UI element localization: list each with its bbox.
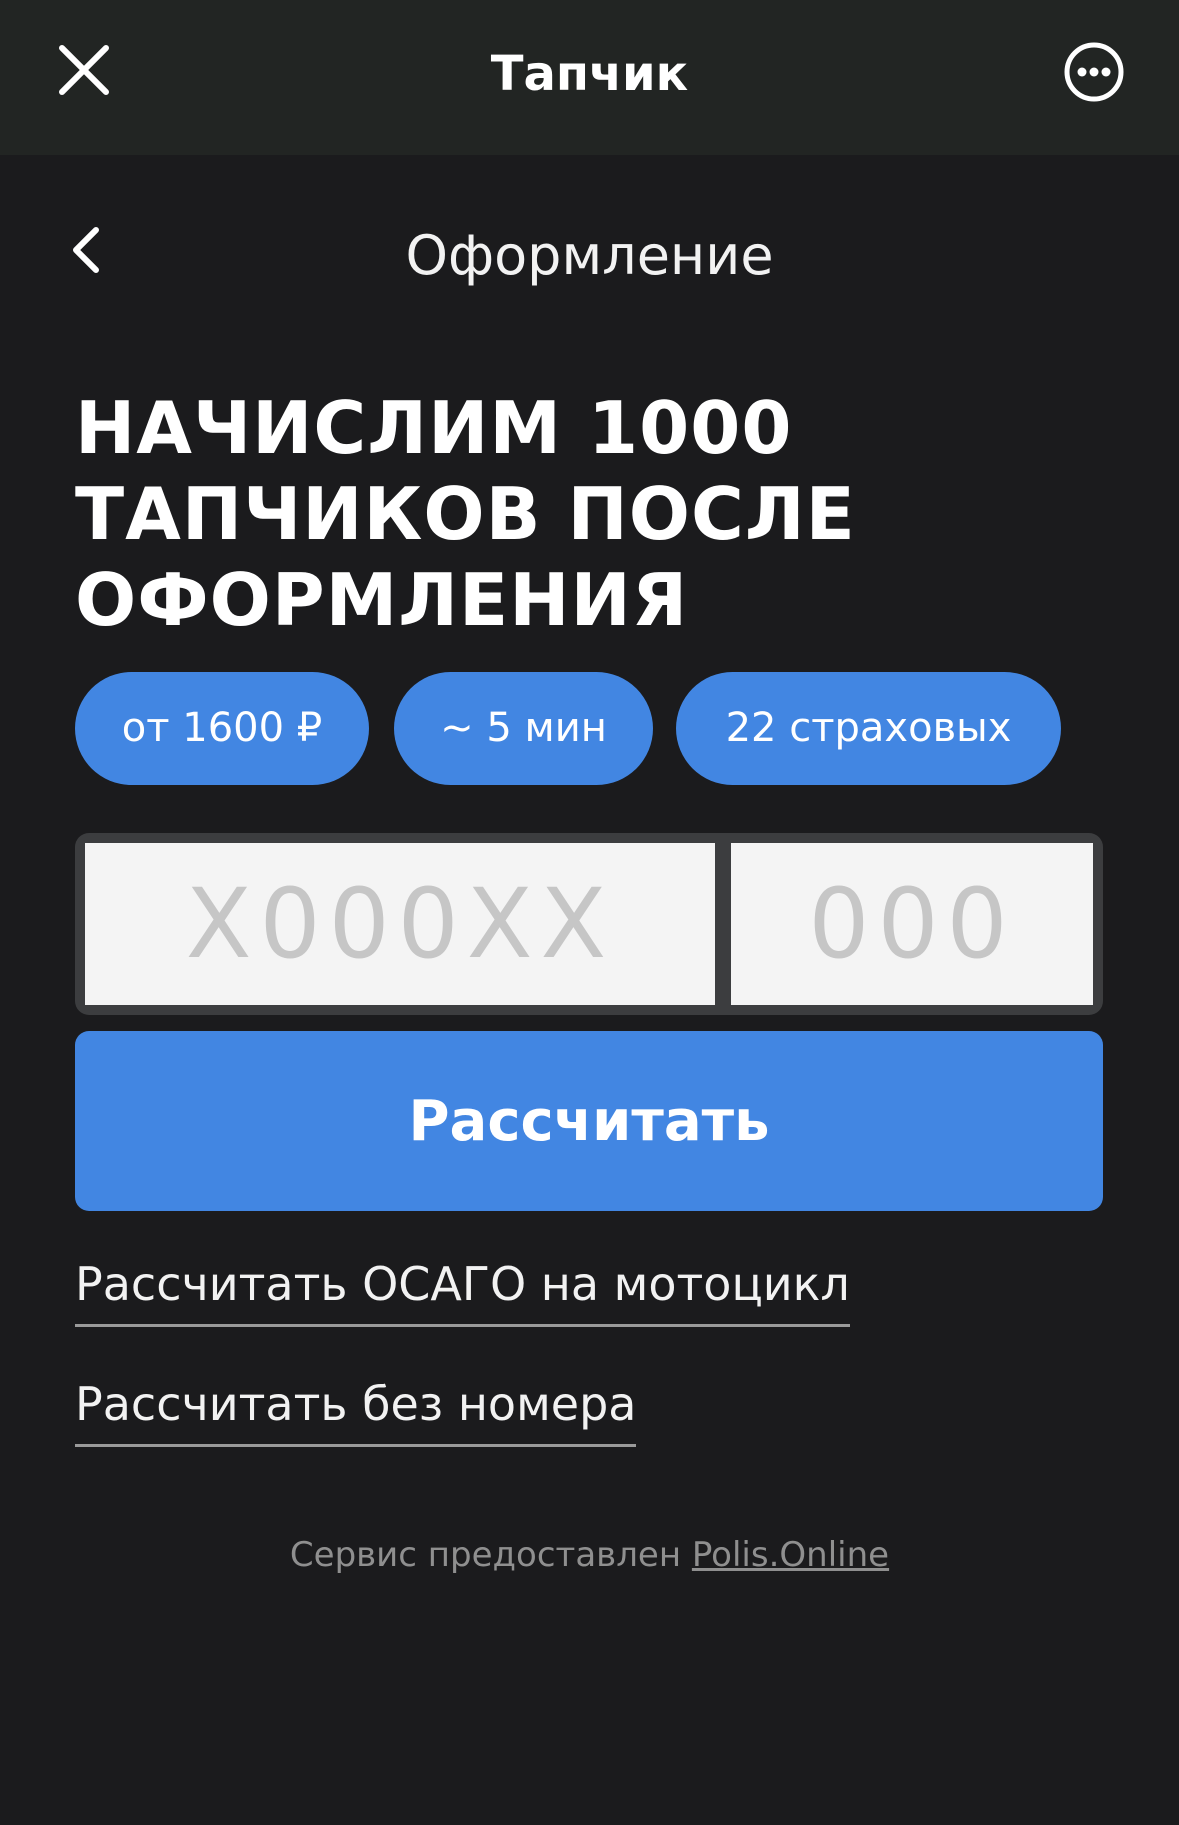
page-title: Оформление — [405, 224, 774, 287]
app-title: Тапчик — [490, 46, 689, 102]
plate-region-field[interactable] — [731, 843, 1093, 1005]
chip-price: от 1600 ₽ — [75, 672, 369, 785]
license-plate-input — [75, 833, 1103, 1015]
headline-line-3: ОФОРМЛЕНИЯ — [75, 558, 689, 642]
headline-line-1: НАЧИСЛИМ 1000 — [75, 386, 793, 470]
calculate-button[interactable]: Рассчитать — [75, 1031, 1103, 1211]
calculate-moto-link[interactable]: Рассчитать ОСАГО на мотоцикл — [75, 1254, 850, 1327]
service-provider-footer: Сервис предоставлен Polis.Online — [0, 1530, 1179, 1580]
calculate-without-number-link[interactable]: Рассчитать без номера — [75, 1374, 637, 1447]
top-bar: Тапчик — [0, 0, 1179, 155]
more-options-icon[interactable] — [1063, 41, 1125, 103]
chip-time: ~ 5 мин — [394, 672, 653, 785]
chip-insurers: 22 страховых — [676, 672, 1061, 785]
headline-line-2: ТАПЧИКОВ ПОСЛЕ — [75, 472, 856, 556]
footer-text: Сервис предоставлен — [289, 1535, 692, 1575]
page-header: Оформление — [0, 155, 1179, 335]
promo-headline: НАЧИСЛИМ 1000 ТАПЧИКОВ ПОСЛЕ ОФОРМЛЕНИЯ — [75, 385, 1075, 643]
provider-link[interactable]: Polis.Online — [692, 1535, 889, 1575]
plate-number-field[interactable] — [85, 843, 715, 1005]
